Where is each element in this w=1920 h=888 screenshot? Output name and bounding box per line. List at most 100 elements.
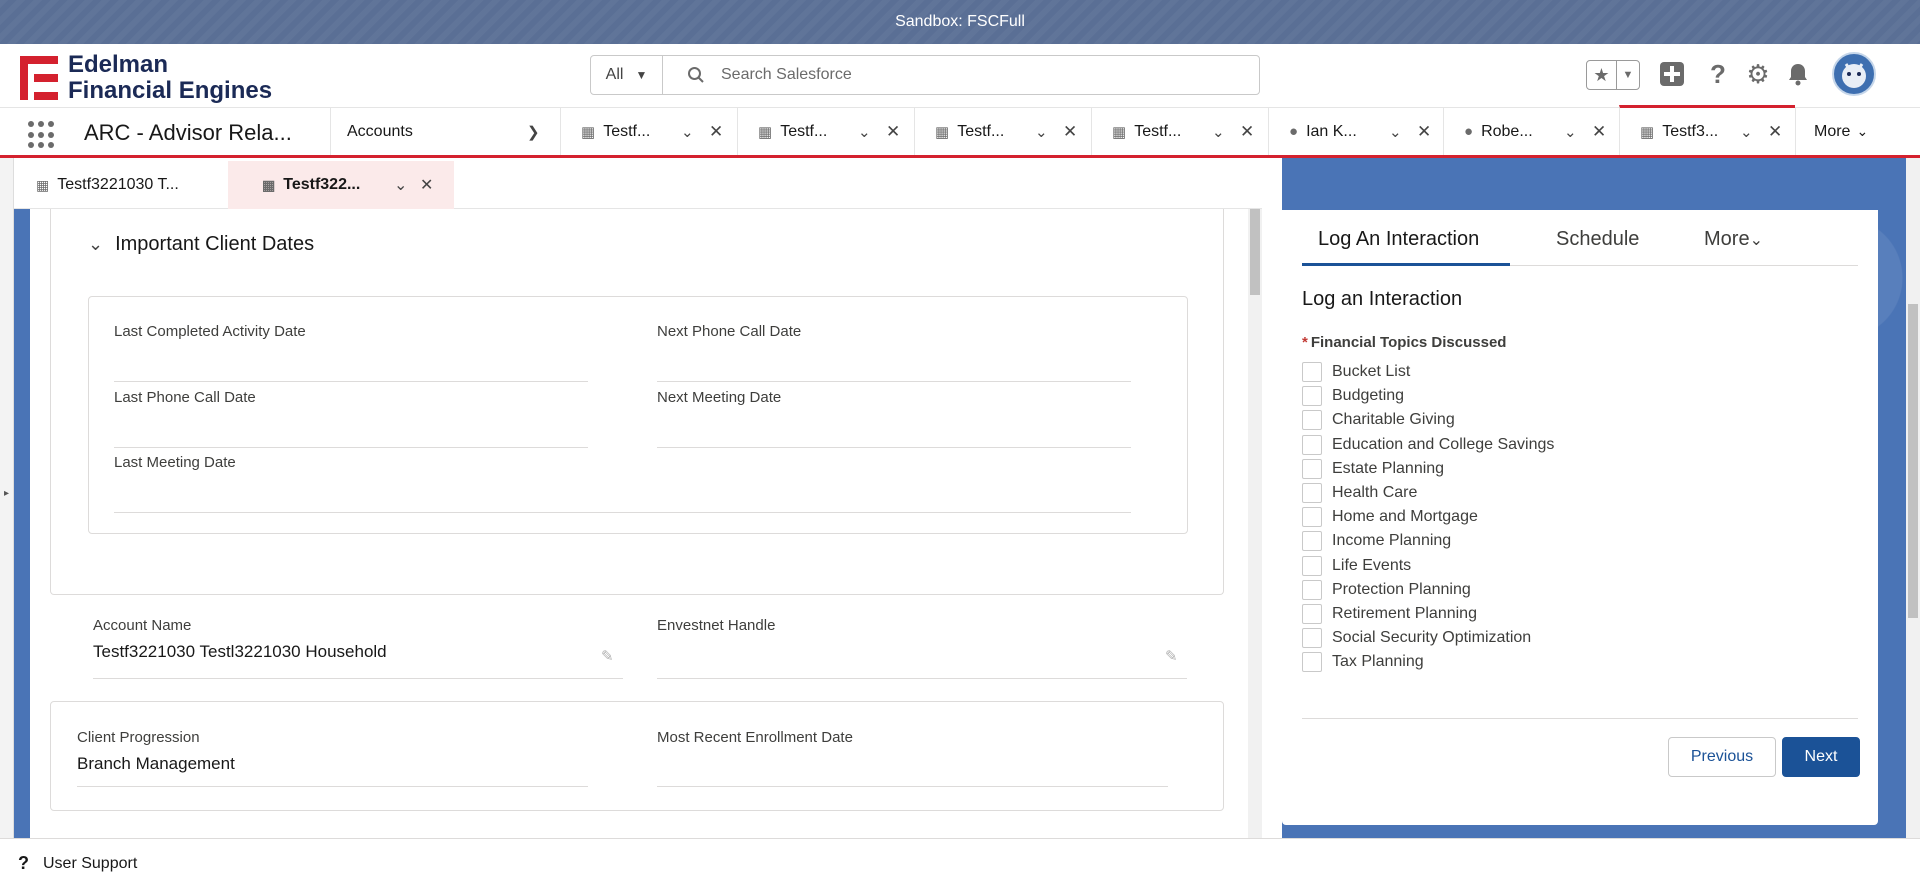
checkbox[interactable] <box>1302 555 1322 576</box>
checkbox[interactable] <box>1302 603 1322 624</box>
financial-topics-label-text: Financial Topics Discussed <box>1310 334 1507 351</box>
nav-tab-2[interactable]: ▦ Testf... ⌄ ✕ <box>737 108 914 155</box>
nav-tab-1[interactable]: ▦ Testf... ⌄ ✕ <box>560 108 737 155</box>
gear-icon[interactable]: ⚙ <box>1742 58 1774 90</box>
checkbox[interactable] <box>1302 507 1322 528</box>
field-most-recent-enrollment-date: Most Recent Enrollment Date <box>657 729 1168 787</box>
panel-scrollbar[interactable] <box>1906 158 1920 838</box>
topic-checkbox-row[interactable]: Health Care <box>1302 481 1554 505</box>
next-button[interactable]: Next <box>1782 737 1860 777</box>
chevron-down-icon[interactable]: ⌄ <box>1564 123 1577 141</box>
topic-checkbox-row[interactable]: Education and College Savings <box>1302 433 1554 457</box>
nav-tab-label: Robe... <box>1481 122 1533 140</box>
nav-tab-label: Testf... <box>957 122 1005 140</box>
checkbox[interactable] <box>1302 458 1322 479</box>
tab-schedule[interactable]: Schedule <box>1556 228 1639 251</box>
subtab-2-active[interactable]: ▦ Testf322... ⌄ ✕ <box>228 161 454 209</box>
utility-collapse-handle[interactable]: ▸ <box>0 158 14 838</box>
close-icon[interactable]: ✕ <box>1768 122 1782 142</box>
app-launcher-icon[interactable] <box>28 121 56 149</box>
global-actions-plus-icon[interactable] <box>1656 58 1688 90</box>
topic-checkbox-row[interactable]: Tax Planning <box>1302 650 1554 674</box>
chevron-down-icon[interactable]: ⌄ <box>1035 123 1048 141</box>
close-icon[interactable]: ✕ <box>1063 122 1077 142</box>
topic-checkbox-row[interactable]: Bucket List <box>1302 360 1554 384</box>
nav-tab-accounts[interactable]: Accounts ❯ <box>330 108 560 155</box>
chevron-down-icon[interactable]: ⌄ <box>681 123 694 141</box>
nav-more-button[interactable]: More ⌄ <box>1795 108 1920 155</box>
close-icon[interactable]: ✕ <box>1240 122 1254 142</box>
nav-tab-5[interactable]: ● Ian K... ⌄ ✕ <box>1268 108 1443 155</box>
brand-logo[interactable]: Edelman Financial Engines <box>20 52 272 104</box>
checkbox[interactable] <box>1302 628 1322 649</box>
topic-checkbox-row[interactable]: Income Planning <box>1302 529 1554 553</box>
nav-tab-3[interactable]: ▦ Testf... ⌄ ✕ <box>914 108 1091 155</box>
edit-pencil-icon[interactable]: ✎ <box>601 647 614 665</box>
checkbox[interactable] <box>1302 531 1322 552</box>
nav-tab-label: Ian K... <box>1306 122 1357 140</box>
close-icon[interactable]: ✕ <box>1417 122 1431 142</box>
help-icon[interactable]: ? <box>1702 58 1734 90</box>
nav-tab-4[interactable]: ▦ Testf... ⌄ ✕ <box>1091 108 1268 155</box>
section-header-important-dates[interactable]: ⌄ Important Client Dates <box>88 233 314 256</box>
checkbox[interactable] <box>1302 362 1322 383</box>
financial-topics-label: * Financial Topics Discussed <box>1302 334 1506 351</box>
edelman-logo-icon <box>20 56 58 100</box>
main-scrollbar-thumb[interactable] <box>1250 209 1260 295</box>
close-icon[interactable]: ✕ <box>420 175 433 195</box>
field-label: Client Progression <box>77 729 200 746</box>
user-avatar[interactable] <box>1832 52 1876 96</box>
caret-right-icon: ▸ <box>4 488 10 499</box>
previous-button[interactable]: Previous <box>1668 737 1776 777</box>
tab-log-an-interaction[interactable]: Log An Interaction <box>1318 228 1479 251</box>
chevron-down-icon[interactable]: ⌄ <box>1212 123 1225 141</box>
field-label: Next Meeting Date <box>657 389 782 406</box>
bell-icon[interactable] <box>1782 58 1814 90</box>
close-icon[interactable]: ✕ <box>709 122 723 142</box>
active-tab-indicator <box>1302 263 1510 266</box>
topic-checkbox-row[interactable]: Charitable Giving <box>1302 408 1554 432</box>
panel-scrollbar-thumb[interactable] <box>1908 304 1918 618</box>
topic-checkbox-row[interactable]: Life Events <box>1302 554 1554 578</box>
close-icon[interactable]: ✕ <box>886 122 900 142</box>
user-support-button[interactable]: User Support <box>43 855 137 873</box>
chevron-down-icon[interactable]: ⌄ <box>858 123 871 141</box>
field-label: Last Phone Call Date <box>114 389 256 406</box>
caret-down-icon: ▼ <box>635 68 648 82</box>
chevron-down-icon[interactable]: ⌄ <box>394 175 407 195</box>
edit-pencil-icon[interactable]: ✎ <box>1165 647 1178 665</box>
nav-tab-7-active[interactable]: ▦ Testf3... ⌄ ✕ <box>1619 105 1795 155</box>
checkbox[interactable] <box>1302 483 1322 504</box>
search-scope-dropdown[interactable]: All ▼ <box>591 56 663 94</box>
household-icon: ▦ <box>36 176 50 193</box>
checkbox-label: Charitable Giving <box>1332 411 1455 429</box>
chevron-down-icon[interactable]: ❯ <box>527 123 540 141</box>
main-scrollbar[interactable] <box>1248 209 1262 839</box>
checkbox[interactable] <box>1302 410 1322 431</box>
favorites-menu-icon[interactable]: ▼ <box>1617 61 1639 89</box>
favorites-star-icon[interactable]: ★ <box>1587 61 1617 89</box>
checkbox[interactable] <box>1302 652 1322 673</box>
topic-checkbox-row[interactable]: Social Security Optimization <box>1302 626 1554 650</box>
chevron-down-icon[interactable]: ⌄ <box>1389 123 1402 141</box>
chevron-down-icon[interactable]: ⌄ <box>1740 123 1753 141</box>
close-icon[interactable]: ✕ <box>1592 122 1606 142</box>
brand-line-1: Edelman <box>68 51 169 78</box>
section-title: Important Client Dates <box>115 233 315 255</box>
checkbox[interactable] <box>1302 434 1322 455</box>
field-value: Branch Management <box>77 754 235 773</box>
checkbox[interactable] <box>1302 386 1322 407</box>
topic-checkbox-row[interactable]: Budgeting <box>1302 384 1554 408</box>
topic-checkbox-row[interactable]: Protection Planning <box>1302 578 1554 602</box>
field-label: Account Name <box>93 617 192 634</box>
tab-more[interactable]: More⌄ <box>1704 228 1763 251</box>
subtab-1[interactable]: ▦ Testf3221030 T... <box>36 161 242 209</box>
topic-checkbox-row[interactable]: Retirement Planning <box>1302 602 1554 626</box>
checkbox-label: Estate Planning <box>1332 459 1445 477</box>
topic-checkbox-row[interactable]: Home and Mortgage <box>1302 505 1554 529</box>
search-input[interactable] <box>721 66 1221 84</box>
checkbox[interactable] <box>1302 579 1322 600</box>
nav-tab-label: Testf3... <box>1662 122 1719 140</box>
nav-tab-6[interactable]: ● Robe... ⌄ ✕ <box>1443 108 1619 155</box>
topic-checkbox-row[interactable]: Estate Planning <box>1302 457 1554 481</box>
